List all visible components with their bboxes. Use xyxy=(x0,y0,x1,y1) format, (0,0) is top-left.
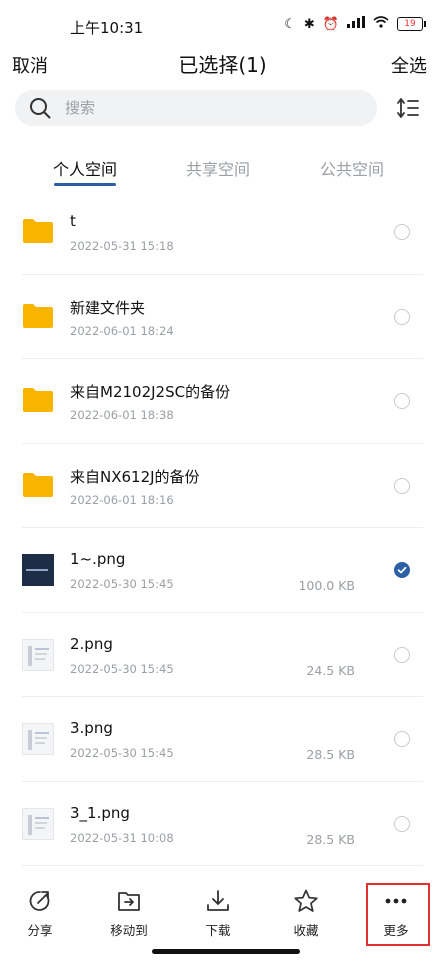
select-checkbox[interactable] xyxy=(394,477,410,494)
search-input[interactable] xyxy=(63,98,337,118)
checked-checkbox[interactable] xyxy=(394,562,410,578)
folder-row[interactable]: 新建文件夹 2022-06-01 18:24 xyxy=(22,275,423,359)
favorite-button[interactable]: 收藏 xyxy=(276,888,336,939)
search-icon xyxy=(30,98,51,119)
row-content: t 2022-05-31 15:18 xyxy=(0,190,445,274)
bluetooth-icon: ✱ xyxy=(303,16,315,32)
select-all-button[interactable]: 全选 xyxy=(391,52,427,78)
folder-icon xyxy=(23,219,53,243)
item-name: 2.png xyxy=(70,634,113,653)
download-label: 下载 xyxy=(205,923,231,938)
row-content: 3_1.png 2022-05-31 10:08 28.5 KB xyxy=(0,782,445,866)
select-checkbox[interactable] xyxy=(394,731,410,747)
signal-icon xyxy=(347,16,365,32)
folder-icon xyxy=(23,388,53,412)
item-name: t xyxy=(70,212,76,230)
status-time: 上午10:31 xyxy=(70,19,144,37)
alarm-icon: ⏰ xyxy=(322,16,339,32)
file-row[interactable]: 1~.png 2022-05-30 15:45 100.0 KB xyxy=(22,528,423,613)
item-name: 1~.png xyxy=(70,550,126,568)
item-name: 来自NX612J的备份 xyxy=(70,467,200,486)
item-date: 2022-05-30 15:45 xyxy=(70,746,174,760)
home-indicator xyxy=(152,949,300,954)
status-bar: 上午10:31 ☾ ✱ ⏰ 19 xyxy=(0,0,445,42)
item-name: 3.png xyxy=(70,719,113,737)
item-size: 28.5 KB xyxy=(306,831,355,847)
select-checkbox[interactable] xyxy=(394,815,410,832)
item-name: 来自M2102J2SC的备份 xyxy=(70,383,231,401)
move-to-icon xyxy=(118,892,140,911)
row-content: 2.png 2022-05-30 15:45 24.5 KB xyxy=(0,613,445,697)
star-icon xyxy=(294,889,318,912)
file-row[interactable]: 2.png 2022-05-30 15:45 24.5 KB xyxy=(22,613,423,697)
wifi-icon xyxy=(373,16,389,32)
file-row[interactable]: 3_1.png 2022-05-31 10:08 28.5 KB xyxy=(22,782,423,866)
share-icon xyxy=(29,891,50,911)
folder-row[interactable]: t 2022-05-31 15:18 xyxy=(22,190,423,275)
item-size: 28.5 KB xyxy=(306,747,355,762)
favorite-label: 收藏 xyxy=(293,923,319,938)
select-checkbox[interactable] xyxy=(394,393,410,409)
move-to-button[interactable]: 移动到 xyxy=(99,888,159,939)
item-date: 2022-05-31 10:08 xyxy=(70,830,174,845)
file-list: t 2022-05-31 15:18 新建文件夹 2022-06-01 18:24 来自… xyxy=(0,190,445,866)
battery-level: 19 xyxy=(404,19,416,29)
selection-toolbar: 取消 已选择(1) 全选 xyxy=(0,48,445,78)
item-date: 2022-06-01 18:38 xyxy=(70,408,174,422)
search-bar[interactable] xyxy=(15,90,377,126)
select-checkbox[interactable] xyxy=(394,224,410,240)
download-button[interactable]: 下载 xyxy=(188,888,248,939)
item-name: 新建文件夹 xyxy=(70,298,146,317)
tab-shared-space[interactable]: 共享空间 xyxy=(186,156,250,180)
item-size: 100.0 KB xyxy=(298,578,355,593)
image-thumbnail xyxy=(22,807,54,840)
file-row[interactable]: 3.png 2022-05-30 15:45 28.5 KB xyxy=(22,697,423,782)
checkmark-icon xyxy=(397,566,407,574)
page-title: 已选择(1) xyxy=(178,53,267,77)
item-date: 2022-05-30 15:45 xyxy=(70,577,174,591)
share-label: 分享 xyxy=(27,923,53,938)
download-icon xyxy=(207,890,229,911)
item-date: 2022-05-31 15:18 xyxy=(70,239,174,253)
item-name: 3_1.png xyxy=(70,803,130,822)
item-date: 2022-06-01 18:24 xyxy=(70,323,174,338)
select-checkbox[interactable] xyxy=(394,308,410,325)
active-tab-indicator xyxy=(54,183,116,186)
row-content: 新建文件夹 2022-06-01 18:24 xyxy=(0,275,445,359)
row-content: 来自NX612J的备份 2022-06-01 18:16 xyxy=(0,444,445,528)
battery-icon: 19 xyxy=(397,17,426,31)
folder-icon xyxy=(23,472,53,497)
folder-icon xyxy=(23,303,53,328)
space-tabs: 个人空间 共享空间 公共空间 xyxy=(0,156,445,188)
item-date: 2022-06-01 18:16 xyxy=(70,492,174,507)
tab-personal-space[interactable]: 个人空间 xyxy=(53,156,117,180)
moon-icon: ☾ xyxy=(284,16,296,32)
row-content: 3.png 2022-05-30 15:45 28.5 KB xyxy=(0,697,445,781)
item-date: 2022-05-30 15:45 xyxy=(70,661,174,676)
select-checkbox[interactable] xyxy=(394,646,410,663)
item-size: 24.5 KB xyxy=(306,662,355,678)
image-thumbnail xyxy=(22,723,54,755)
sort-icon[interactable] xyxy=(396,96,420,120)
tab-public-space[interactable]: 公共空间 xyxy=(320,156,384,180)
status-icons: ☾ ✱ ⏰ 19 xyxy=(284,16,426,32)
row-content: 1~.png 2022-05-30 15:45 100.0 KB xyxy=(0,528,445,612)
folder-row[interactable]: 来自M2102J2SC的备份 2022-06-01 18:38 xyxy=(22,359,423,444)
more-highlight-box xyxy=(366,883,430,946)
image-thumbnail xyxy=(22,554,54,586)
row-content: 来自M2102J2SC的备份 2022-06-01 18:38 xyxy=(0,359,445,443)
share-button[interactable]: 分享 xyxy=(10,888,70,939)
folder-row[interactable]: 来自NX612J的备份 2022-06-01 18:16 xyxy=(22,444,423,528)
move-to-label: 移动到 xyxy=(110,923,148,938)
image-thumbnail xyxy=(22,638,54,671)
